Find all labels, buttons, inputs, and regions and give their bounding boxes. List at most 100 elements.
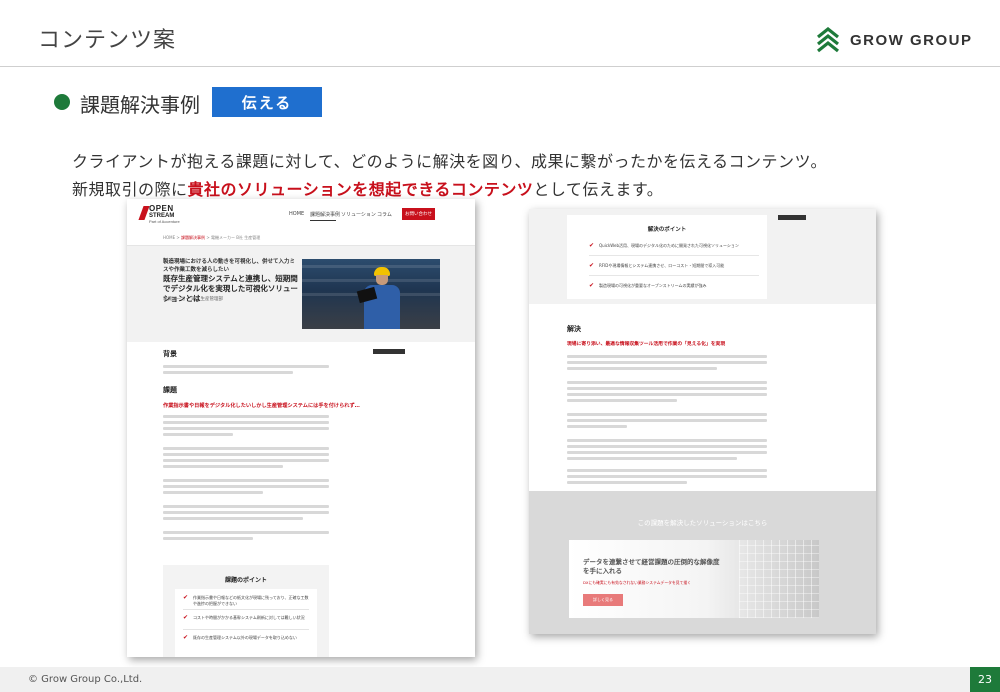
- text-line: [567, 413, 767, 416]
- text-line: [163, 365, 329, 368]
- logo-text: GROW GROUP: [850, 31, 973, 49]
- text-line: [567, 469, 767, 472]
- text-line: [567, 457, 737, 460]
- text-line: [567, 439, 767, 442]
- list-separator: [589, 255, 759, 256]
- category-tag: 伝える: [212, 87, 322, 117]
- text-line: [567, 445, 767, 448]
- worker-photo: [302, 259, 440, 329]
- openstream-mark-icon: [138, 206, 150, 220]
- solution-points-title: 解決のポイント: [647, 227, 687, 233]
- text-line: [163, 427, 329, 430]
- problem-lead: 作業指示書や日報をデジタル化したいしかし生産管理システムには手を付けられず…: [163, 403, 360, 409]
- text-line: [163, 459, 329, 462]
- heading-problem: 課題: [163, 386, 177, 394]
- mock-hero: 製造現場における人の動きを可視化し、併せて入力ミスや作業工数を減らしたい 既存生…: [127, 246, 475, 342]
- case-study-page-mock: OPEN STREAM Part of Accenture HOME 課題解決事…: [127, 199, 475, 657]
- list-item: ✔ 製造現場の可視化が重要なオープンストリームの実績が強み: [589, 283, 761, 289]
- point-text: 既存の生産管理システム以外の現場データを取り込めない: [193, 635, 297, 640]
- text-line: [567, 451, 767, 454]
- point-text: QuickWeb活用、現場のデジタル化のために開発された可視化ソリューション: [599, 243, 739, 248]
- crumb-home: HOME: [163, 235, 176, 240]
- heading-solution: 解決: [567, 325, 581, 333]
- text-line: [567, 355, 767, 358]
- problem-points-list: ✔ 作業指示書や日報などの紙文化が現場に残っており、正確な工数や進捗の把握ができな…: [175, 589, 317, 657]
- list-separator: [183, 609, 309, 610]
- text-line: [163, 465, 283, 468]
- face-shape: [376, 275, 388, 285]
- description-highlight: 貴社のソリューションを想起できるコンテンツ: [187, 180, 534, 199]
- description-suffix: として伝えます。: [533, 180, 664, 199]
- text-line: [163, 447, 329, 450]
- header-divider: [0, 66, 1000, 67]
- bullet-dot-icon: [54, 94, 70, 110]
- text-line: [163, 479, 329, 482]
- text-line: [163, 531, 329, 534]
- mock-sidebar-bar: [778, 215, 806, 220]
- text-line: [567, 361, 767, 364]
- crumb-current: 電機メーカー B社 生産管理: [210, 235, 261, 240]
- problem-points-title: 課題のポイント: [224, 577, 267, 584]
- text-line: [163, 415, 329, 418]
- text-line: [163, 517, 303, 520]
- text-line: [163, 505, 329, 508]
- brand-line-3: Part of Accenture: [149, 219, 180, 224]
- text-line: [163, 433, 233, 436]
- text-line: [163, 485, 329, 488]
- solution-banner-caption: この課題を解決したソリューションはこちら: [637, 519, 768, 527]
- mock-nav-home: HOME: [289, 211, 305, 217]
- text-line: [567, 381, 767, 384]
- text-line: [163, 453, 329, 456]
- mock-nav-solutions: ソリューション: [341, 212, 376, 218]
- solution-lead: 現場に寄り添い、最適な情報収集ツール活用で作業の「見える化」を実現: [567, 342, 726, 347]
- mock-nav-underline: [310, 220, 336, 221]
- list-item: ✔ 作業指示書や日報などの紙文化が現場に残っており、正確な工数や進捗の把握ができな…: [183, 595, 309, 607]
- brand-line-1: OPEN: [149, 204, 174, 213]
- solution-page-mock: 解決のポイント ✔ QuickWeb活用、現場のデジタル化のために開発された可視化…: [529, 209, 876, 634]
- text-line: [567, 387, 767, 390]
- point-text: RFIDや現場情報とシステム連携させ、ローコスト・短期間で導入可能: [599, 263, 725, 268]
- page-number: 23: [970, 667, 1000, 692]
- mock-nav: OPEN STREAM Part of Accenture HOME 課題解決事…: [127, 199, 475, 229]
- problem-points-box: 課題のポイント ✔ 作業指示書や日報などの紙文化が現場に残っており、正確な工数や進…: [163, 565, 329, 657]
- text-line: [567, 399, 677, 402]
- text-line: [567, 419, 767, 422]
- hero-meta: 電機メーカー B社 生産管理部: [163, 297, 223, 302]
- heading-background: 背景: [163, 350, 177, 358]
- text-line: [567, 367, 717, 370]
- copyright: © Grow Group Co.,Ltd.: [28, 674, 143, 685]
- description-line-1: クライアントが抱える課題に対して、どのように解決を図り、成果に繋がったかを伝える…: [72, 152, 828, 171]
- photo-beam: [302, 265, 440, 268]
- solution-banner-section: この課題を解決したソリューションはこちら データを連繋させて経営課題の圧倒的な解…: [529, 491, 876, 634]
- crumb-mid: 課題解決事例: [181, 235, 206, 240]
- point-text: 作業指示書や日報などの紙文化が現場に残っており、正確な工数や進捗の把握ができない: [193, 595, 309, 606]
- mock-contact-button: お問い合わせ: [402, 208, 435, 220]
- list-item: ✔ コストや時間がかかる基幹システム刷新に対しては難しい状況: [183, 615, 309, 621]
- check-icon: ✔: [183, 634, 189, 641]
- list-item: ✔ QuickWeb活用、現場のデジタル化のために開発された可視化ソリューション: [589, 243, 761, 249]
- footer: © Grow Group Co.,Ltd. 23: [0, 667, 1000, 692]
- banner-button: 詳しく見る: [583, 594, 623, 606]
- description-line-2: 新規取引の際に貴社のソリューションを想起できるコンテンツとして伝えます。: [72, 176, 663, 200]
- section-title: 課題解決事例: [80, 93, 200, 117]
- text-line: [163, 491, 263, 494]
- photo-beam: [302, 279, 440, 282]
- check-icon: ✔: [589, 282, 595, 289]
- list-separator: [589, 275, 759, 276]
- list-separator: [183, 629, 309, 630]
- solution-banner: データを連繋させて経営課題の圧倒的な解像度を手に入れる DXにも確実にも有効なさ…: [569, 540, 819, 618]
- list-item: ✔ 既存の生産管理システム以外の現場データを取り込めない: [183, 635, 309, 641]
- point-text: 製造現場の可視化が重要なオープンストリームの実績が強み: [599, 283, 707, 288]
- text-line: [163, 537, 253, 540]
- banner-title: データを連繋させて経営課題の圧倒的な解像度を手に入れる: [583, 558, 720, 575]
- description-prefix: 新規取引の際に: [72, 180, 188, 199]
- check-icon: ✔: [589, 262, 595, 269]
- banner-graphic: [739, 540, 819, 618]
- text-line: [567, 481, 687, 484]
- check-icon: ✔: [589, 242, 595, 249]
- solution-points-area: 解決のポイント ✔ QuickWeb活用、現場のデジタル化のために開発された可視化…: [529, 209, 876, 304]
- mock-breadcrumb: HOME > 課題解決事例 > 電機メーカー B社 生産管理: [163, 235, 261, 240]
- text-line: [163, 421, 329, 424]
- text-line: [163, 371, 293, 374]
- hero-subtitle: 製造現場における人の動きを可視化し、併せて入力ミスや作業工数を減らしたい: [163, 259, 296, 273]
